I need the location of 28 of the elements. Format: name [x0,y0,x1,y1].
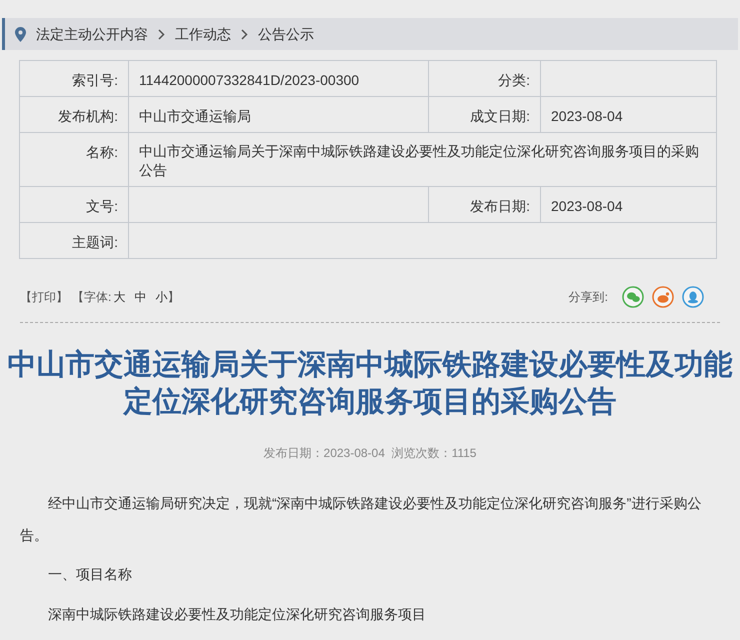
breadcrumb-link[interactable]: 法定主动公开内容 [36,24,148,44]
field-label: 发布机构: [58,108,118,124]
article-meta: 发布日期：2023-08-04 浏览次数：1115 [264,446,476,460]
bracket-text: 】 [167,288,180,306]
font-size-link[interactable]: 小 [155,288,168,306]
breadcrumb-link[interactable]: 工作动态 [175,24,231,44]
field-label: 名称: [86,144,118,160]
field-value: 中山市交通运输局 [139,108,251,124]
article-title: 中山市交通运输局关于深南中城际铁路建设必要性及功能定位深化研究咨询服务项目的采购公告 [6,348,734,420]
paragraph: 一、项目名称 [47,565,133,584]
field-value: 中山市交通运输局关于深南中城际铁路建设必要性及功能定位深化研究咨询服务项目的采购公告 [139,143,699,178]
field-value: 2023-08-04 [551,198,623,214]
field-label: 分类: [498,72,530,88]
print-link[interactable]: 【打印】 [20,288,68,306]
paragraph: 深南中城际铁路建设必要性及功能定位深化研究咨询服务项目 [47,605,427,624]
breadcrumb-link[interactable]: 公告公示 [258,24,314,44]
paragraph: 经中山市交通运输局研究决定，现就“深南中城际铁路建设必要性及功能定位深化研究咨询服务”进行采购公告。 [20,494,702,545]
field-value: 11442000007332841D/2023-00300 [139,72,360,88]
share-label: 分享到: [568,288,608,306]
field-value: 2023-08-04 [551,108,623,124]
font-size-link[interactable]: 中 [134,288,146,306]
field-label: 发布日期: [470,198,530,214]
field-label: 主题词: [72,234,118,250]
font-size-label: 【字体: [72,288,112,306]
field-label: 成文日期: [470,108,530,124]
field-label: 文号: [86,198,118,214]
field-label: 索引号: [72,72,118,88]
font-size-link[interactable]: 大 [113,288,126,306]
